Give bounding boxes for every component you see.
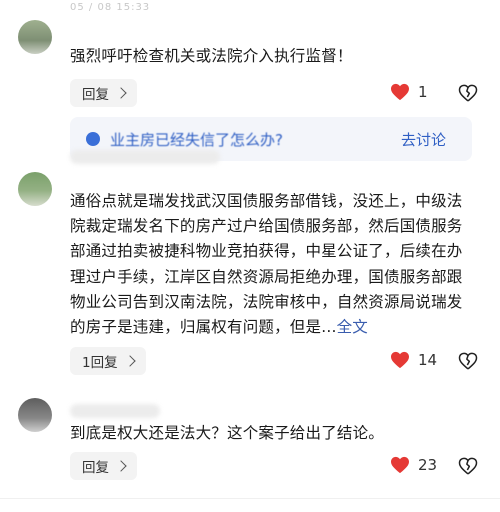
chevron-right-icon (115, 87, 127, 99)
replies-button[interactable]: 1回复 (70, 347, 146, 375)
expand-full-text-link[interactable]: 全文 (337, 318, 368, 336)
comment-text: 到底是权大还是法大？这个案子给出了结论。 (70, 424, 385, 442)
discuss-link[interactable]: 去讨论 (401, 129, 446, 150)
heart-icon (391, 351, 409, 369)
like-count: 1 (418, 83, 428, 101)
banner-text: 业主房已经失信了怎么办? (110, 130, 283, 149)
broken-heart-icon[interactable] (458, 351, 478, 371)
username[interactable] (70, 404, 160, 418)
reply-button[interactable]: 回复 (70, 79, 137, 107)
broken-heart-icon[interactable] (458, 456, 478, 476)
username[interactable] (70, 150, 220, 164)
reply-label: 回复 (82, 460, 109, 476)
comment-meta: 05 / 08 15:33 (70, 2, 151, 13)
comment-text: 强烈呼吁检查机关或法院介入执行监督！ (70, 47, 353, 65)
like-button[interactable]: 14 (390, 351, 437, 369)
heart-icon (391, 456, 409, 474)
question-icon (86, 132, 100, 146)
avatar[interactable] (18, 20, 52, 54)
chevron-right-icon (123, 355, 136, 367)
like-button[interactable]: 23 (390, 456, 437, 474)
like-count: 14 (418, 351, 438, 369)
comment-text: 通俗点就是瑞发找武汉国债服务部借钱，没还上，中级法院裁定瑞发名下的房产过户给国债… (70, 189, 474, 340)
like-count: 23 (418, 456, 438, 474)
like-button[interactable]: 1 (390, 83, 428, 101)
reply-label: 1回复 (82, 355, 118, 371)
heart-icon (391, 83, 409, 101)
comment-body: 通俗点就是瑞发找武汉国债服务部借钱，没还上，中级法院裁定瑞发名下的房产过户给国债… (70, 192, 463, 337)
broken-heart-icon[interactable] (458, 83, 478, 103)
avatar[interactable] (18, 172, 52, 206)
reply-button[interactable]: 回复 (70, 452, 137, 480)
avatar[interactable] (18, 398, 52, 432)
divider (0, 498, 500, 499)
chevron-right-icon (115, 460, 127, 472)
reply-label: 回复 (82, 87, 109, 103)
